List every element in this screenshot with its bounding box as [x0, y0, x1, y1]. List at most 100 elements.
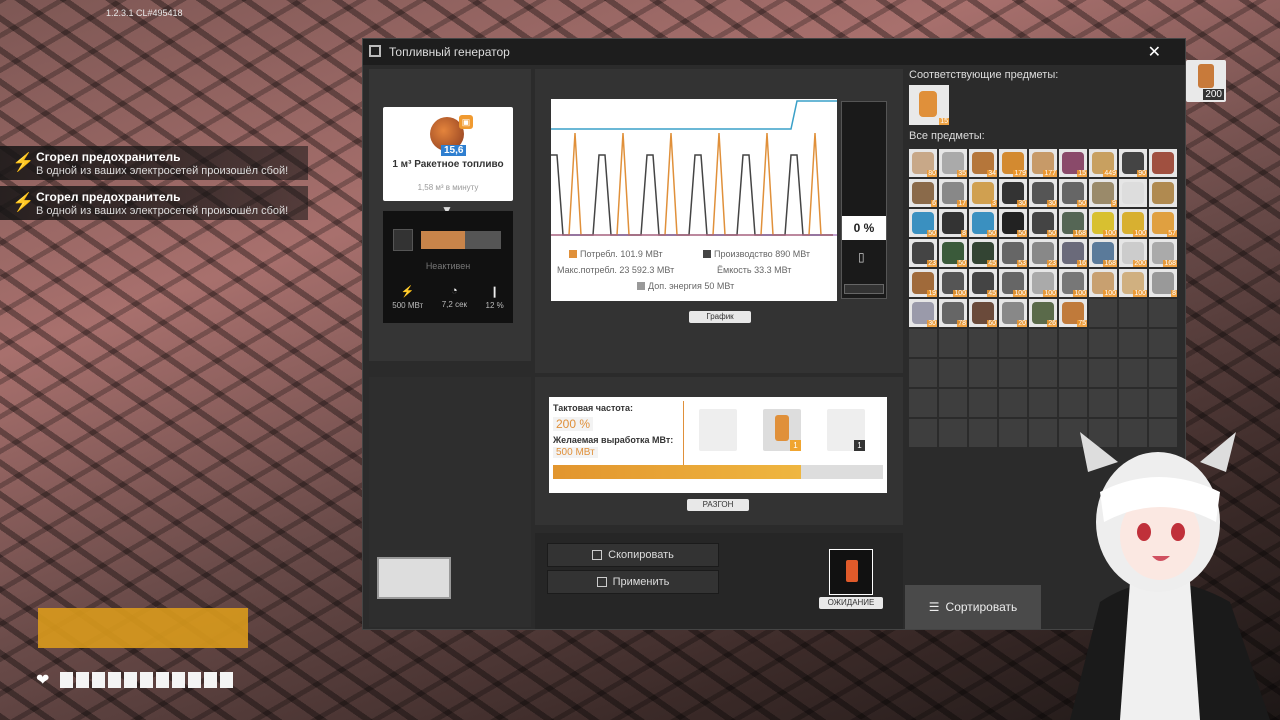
inventory-slot[interactable]: 168 [1089, 239, 1117, 267]
inventory-slot[interactable] [1089, 359, 1117, 387]
power-shard-slot[interactable] [699, 409, 737, 451]
inventory-slot[interactable]: 30 [999, 179, 1027, 207]
inventory-slot[interactable] [1059, 389, 1087, 417]
inventory-slot[interactable]: 17 [939, 179, 967, 207]
inventory-slot[interactable]: 45 [969, 269, 997, 297]
standby-switch[interactable] [829, 549, 873, 595]
inventory-slot[interactable] [1149, 389, 1177, 417]
inventory-slot[interactable] [999, 329, 1027, 357]
inventory-slot[interactable]: 100 [1089, 209, 1117, 237]
target-output-input[interactable]: 500 МВт [553, 447, 598, 458]
inventory-slot[interactable] [1119, 389, 1147, 417]
inventory-slot[interactable]: 179 [999, 149, 1027, 177]
inventory-slot[interactable]: 168 [1059, 209, 1087, 237]
inventory-slot[interactable] [939, 389, 967, 417]
inventory-slot[interactable] [939, 329, 967, 357]
sort-button[interactable]: ☰ Сортировать [905, 585, 1041, 629]
inventory-slot[interactable]: 9 [1089, 179, 1117, 207]
inventory-slot[interactable] [1089, 389, 1117, 417]
inventory-slot[interactable] [969, 329, 997, 357]
inventory-slot[interactable] [1149, 359, 1177, 387]
inventory-slot[interactable]: 8 [939, 209, 967, 237]
inventory-slot[interactable]: 23 [909, 239, 937, 267]
inventory-slot[interactable] [969, 359, 997, 387]
inventory-slot[interactable] [1119, 329, 1147, 357]
copy-button[interactable]: Скопировать [547, 543, 719, 567]
power-shard-slot[interactable]: 1 [827, 409, 865, 451]
inventory-slot[interactable] [939, 359, 967, 387]
inventory-slot[interactable]: 16 [1059, 239, 1087, 267]
inventory-slot[interactable]: 19 [909, 269, 937, 297]
inventory-slot[interactable]: 60 [969, 299, 997, 327]
inventory-slot[interactable]: 168 [1149, 239, 1177, 267]
inventory-slot[interactable] [1149, 299, 1177, 327]
apply-button[interactable]: Применить [547, 570, 719, 594]
matching-item-slot[interactable]: 15 [909, 85, 949, 125]
inventory-slot[interactable]: 100 [999, 269, 1027, 297]
inventory-slot[interactable] [999, 389, 1027, 417]
inventory-slot[interactable]: 34 [969, 149, 997, 177]
inventory-slot[interactable] [909, 329, 937, 357]
inventory-slot[interactable]: 53 [999, 239, 1027, 267]
inventory-slot[interactable]: 3 [969, 179, 997, 207]
inventory-slot[interactable]: 26 [1029, 299, 1057, 327]
inventory-slot[interactable]: 15 [1059, 149, 1087, 177]
inventory-slot[interactable] [1029, 359, 1057, 387]
inventory-slot[interactable] [999, 419, 1027, 447]
tab-overclock[interactable]: РАЗГОН [687, 499, 749, 511]
inventory-slot[interactable]: 100 [1119, 209, 1147, 237]
inventory-slot[interactable]: 449 [1089, 149, 1117, 177]
inventory-slot[interactable] [969, 389, 997, 417]
inventory-slot[interactable]: 80 [909, 149, 937, 177]
inventory-slot[interactable]: 57 [1149, 209, 1177, 237]
inventory-slot[interactable]: 30 [909, 299, 937, 327]
hotbar[interactable] [38, 608, 248, 648]
inventory-slot[interactable]: 50 [999, 209, 1027, 237]
inventory-slot[interactable] [1029, 389, 1057, 417]
inventory-slot[interactable] [909, 359, 937, 387]
inventory-slot[interactable] [1089, 329, 1117, 357]
inventory-slot[interactable] [1149, 179, 1177, 207]
inventory-slot[interactable] [1029, 329, 1057, 357]
inventory-slot[interactable] [1149, 329, 1177, 357]
inventory-slot[interactable]: 200 [1119, 239, 1147, 267]
tab-graph[interactable]: График [689, 311, 751, 323]
inventory-slot[interactable] [909, 419, 937, 447]
inventory-slot[interactable]: 100 [1059, 269, 1087, 297]
inventory-slot[interactable]: 50 [909, 209, 937, 237]
inventory-slot[interactable]: 8 [1149, 269, 1177, 297]
inventory-slot[interactable] [939, 419, 967, 447]
inventory-slot[interactable]: 100 [1029, 269, 1057, 297]
inventory-slot[interactable]: 20 [999, 299, 1027, 327]
inventory-slot[interactable]: 100 [939, 269, 967, 297]
close-icon[interactable]: ✕ [1148, 42, 1161, 62]
inventory-slot[interactable]: 50 [939, 239, 967, 267]
inventory-slot[interactable]: 100 [1089, 269, 1117, 297]
inventory-slot[interactable] [1149, 149, 1177, 177]
inventory-slot[interactable]: 45 [969, 239, 997, 267]
inventory-slot[interactable] [1059, 359, 1087, 387]
inventory-slot[interactable] [1119, 359, 1147, 387]
power-shard-slot[interactable]: 1 [763, 409, 801, 451]
inventory-slot[interactable]: 50 [1029, 209, 1057, 237]
fuel-slot[interactable]: ▣ 15,6 1 м³ Ракетное топливо 1,58 м³ в м… [383, 107, 513, 201]
inventory-slot[interactable] [1119, 299, 1147, 327]
inventory-slot[interactable]: 100 [1119, 269, 1147, 297]
inventory-slot[interactable]: 35 [939, 149, 967, 177]
inventory-slot[interactable]: 50 [1059, 179, 1087, 207]
clock-speed-input[interactable]: 200 % [553, 417, 594, 431]
inventory-slot[interactable] [1059, 329, 1087, 357]
inventory-slot[interactable]: 78 [939, 299, 967, 327]
inventory-slot[interactable] [969, 419, 997, 447]
equipment-slot[interactable]: 200 [1186, 60, 1226, 102]
overclock-slider[interactable] [553, 465, 883, 479]
inventory-slot[interactable]: 30 [1029, 179, 1057, 207]
inventory-slot[interactable] [909, 389, 937, 417]
inventory-slot[interactable]: 90 [1119, 149, 1147, 177]
inventory-slot[interactable] [1119, 179, 1147, 207]
inventory-slot[interactable]: 75 [1059, 299, 1087, 327]
inventory-slot[interactable]: 6 [909, 179, 937, 207]
inventory-slot[interactable]: 50 [969, 209, 997, 237]
inventory-slot[interactable] [999, 359, 1027, 387]
inventory-slot[interactable]: 177 [1029, 149, 1057, 177]
